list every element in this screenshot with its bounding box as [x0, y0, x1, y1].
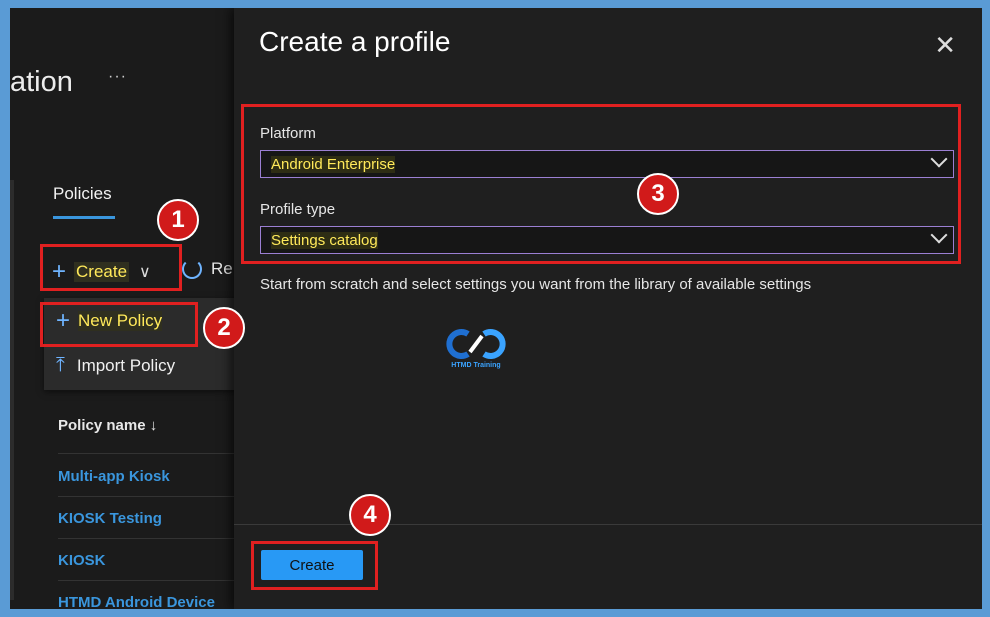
column-header-policy-name[interactable]: Policy name ↓: [58, 417, 157, 434]
refresh-button[interactable]: Re: [182, 259, 233, 279]
refresh-icon: [182, 259, 202, 279]
panel-title: Create a profile: [259, 26, 451, 57]
step-badge-1: 1: [157, 199, 199, 241]
annotation-box-profile-fields: [241, 104, 961, 264]
page-title-fragment: ation: [10, 66, 73, 98]
logo-text: HTMD Training: [451, 362, 501, 369]
menu-item-import-policy[interactable]: ⤒ Import Policy: [56, 354, 175, 377]
row-divider: [58, 538, 244, 539]
row-divider: [58, 496, 244, 497]
app-frame: ation ··· Policies + Create ∨ Re + New P…: [10, 8, 982, 609]
more-options-icon[interactable]: ···: [108, 68, 127, 86]
create-profile-panel: Create a profile ✕ Platform Android Ente…: [234, 8, 982, 609]
annotation-box-create: [40, 244, 182, 291]
table-row-link[interactable]: HTMD Android Device: [58, 594, 215, 609]
refresh-label: Re: [211, 259, 233, 278]
row-divider: [58, 580, 244, 581]
step-badge-4: 4: [349, 494, 391, 536]
close-icon[interactable]: ✕: [934, 30, 956, 61]
step-badge-2: 2: [203, 307, 245, 349]
htmd-logo-icon: [446, 329, 506, 359]
step-badge-3: 3: [637, 173, 679, 215]
row-divider: [58, 453, 244, 454]
table-row-link[interactable]: KIOSK Testing: [58, 510, 162, 527]
table-row-link[interactable]: Multi-app Kiosk: [58, 468, 170, 485]
htmd-logo: HTMD Training: [446, 326, 506, 376]
import-policy-label: Import Policy: [76, 355, 176, 375]
tab-active-indicator: [53, 216, 115, 219]
table-row-link[interactable]: KIOSK: [58, 552, 106, 569]
left-divider: [10, 180, 14, 600]
annotation-box-create-button: [251, 541, 378, 590]
footer-divider: [234, 524, 982, 525]
tab-policies[interactable]: Policies: [53, 184, 112, 204]
upload-icon: ⤒: [56, 354, 65, 376]
annotation-box-new-policy: [40, 302, 198, 347]
profile-description: Start from scratch and select settings y…: [260, 276, 812, 293]
